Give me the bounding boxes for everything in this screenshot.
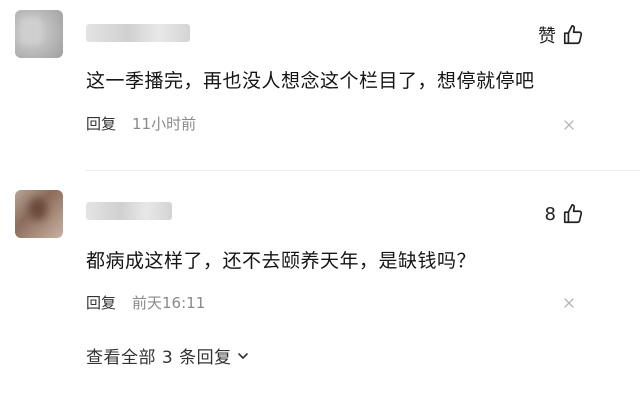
- username-blurred[interactable]: [86, 24, 190, 42]
- divider: [86, 170, 640, 171]
- like-count: 8: [544, 203, 556, 225]
- like-button[interactable]: 8: [545, 203, 584, 225]
- like-label: 赞: [538, 26, 556, 47]
- comment-text: 都病成这样了，还不去颐养天年，是缺钱吗？: [86, 250, 477, 272]
- view-all-replies-button[interactable]: 查看全部 3 条回复: [86, 343, 250, 368]
- thumbs-up-icon: [563, 25, 583, 45]
- thumbs-up-icon: [563, 204, 583, 224]
- username-blurred[interactable]: [86, 202, 172, 220]
- comment-text: 这一季播完，再也没人想念这个栏目了，想停就停吧: [86, 70, 535, 92]
- chevron-down-icon: [237, 352, 248, 359]
- avatar[interactable]: [15, 10, 63, 58]
- reply-button[interactable]: 回复: [86, 113, 116, 134]
- close-icon[interactable]: [563, 297, 575, 309]
- comment-meta: 回复 前天16:11: [86, 292, 205, 313]
- timestamp: 前天16:11: [132, 294, 206, 312]
- reply-button[interactable]: 回复: [86, 292, 116, 313]
- like-button[interactable]: 赞: [538, 22, 584, 48]
- avatar[interactable]: [15, 190, 63, 238]
- view-all-replies-label: 查看全部 3 条回复: [86, 348, 232, 368]
- close-icon[interactable]: [563, 119, 575, 131]
- comment-meta: 回复 11小时前: [86, 113, 196, 134]
- timestamp: 11小时前: [132, 115, 197, 133]
